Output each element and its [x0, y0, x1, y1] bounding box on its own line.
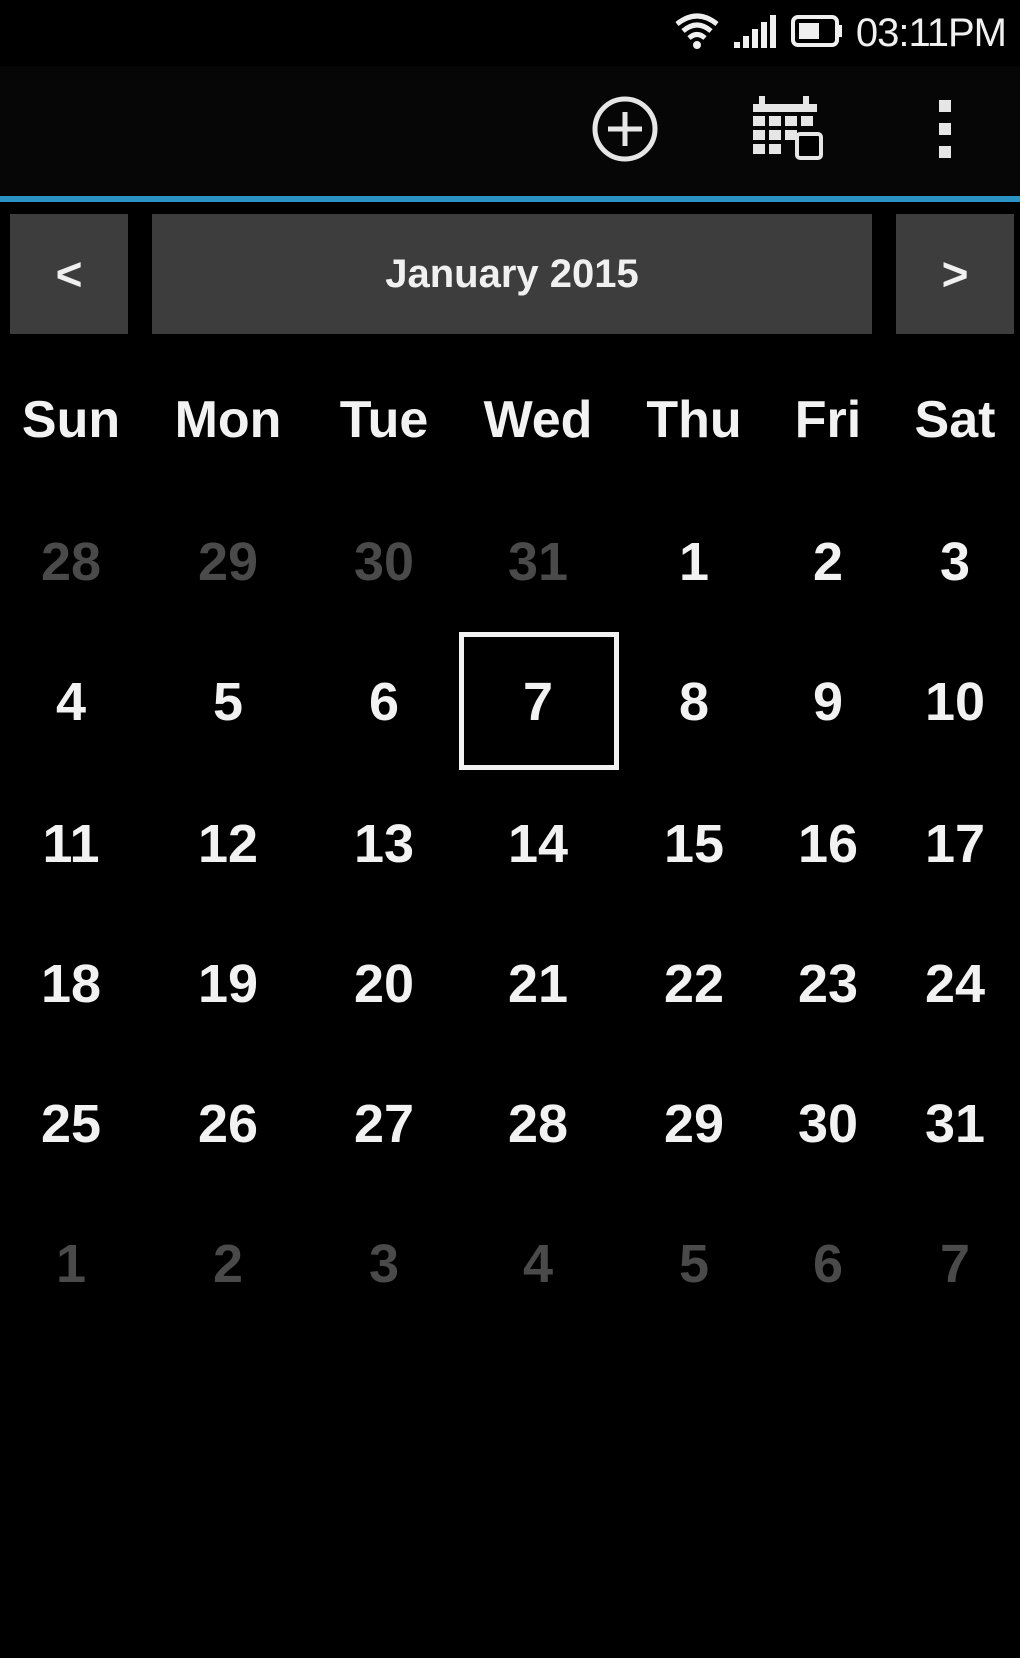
day-cell[interactable]: 10 [880, 642, 1020, 762]
day-cell[interactable]: 8 [619, 642, 769, 762]
day-cell[interactable]: 25 [0, 1064, 146, 1184]
day-cell[interactable]: 14 [463, 784, 613, 904]
wifi-icon [674, 12, 720, 55]
day-cell[interactable]: 6 [309, 642, 459, 762]
day-cell-other-month[interactable]: 3 [309, 1204, 459, 1324]
day-cell[interactable]: 20 [309, 924, 459, 1044]
prev-month-button[interactable]: < [10, 214, 128, 334]
day-cell[interactable]: 27 [309, 1064, 459, 1184]
day-cell[interactable]: 31 [880, 1064, 1020, 1184]
day-cell[interactable]: 26 [153, 1064, 303, 1184]
day-cell[interactable]: 21 [463, 924, 613, 1044]
weekday-label: Sat [914, 391, 996, 449]
day-cell-other-month[interactable]: 31 [463, 502, 613, 622]
day-cell[interactable]: 24 [880, 924, 1020, 1044]
weekday-header: Sun Mon Tue Wed Thu Fri Sat [0, 380, 1020, 460]
week-row: 25 26 27 28 29 30 31 [0, 1064, 1020, 1184]
week-row: 11 12 13 14 15 16 17 [0, 784, 1020, 904]
day-cell[interactable]: 17 [880, 784, 1020, 904]
status-icons: 03:11PM [674, 8, 1007, 58]
add-icon [590, 94, 660, 169]
status-time: 03:11PM [855, 10, 1007, 55]
weekday-label: Mon [174, 391, 282, 449]
month-title: January 2015 [152, 214, 872, 334]
overflow-menu-icon [935, 94, 955, 169]
day-cell[interactable]: 12 [153, 784, 303, 904]
day-cell-other-month[interactable]: 29 [153, 502, 303, 622]
day-cell[interactable]: 18 [0, 924, 146, 1044]
day-cell-other-month[interactable]: 1 [0, 1204, 146, 1324]
status-bar: 03:11PM [0, 0, 1020, 66]
day-cell[interactable]: 5 [153, 642, 303, 762]
weekday-label: Thu [646, 391, 742, 449]
day-cell[interactable]: 11 [0, 784, 146, 904]
calendar-view-button[interactable] [742, 86, 832, 176]
weekday-label: Tue [339, 391, 429, 449]
week-row: 18 19 20 21 22 23 24 [0, 924, 1020, 1044]
signal-icon [732, 12, 778, 55]
overflow-menu-button[interactable] [900, 86, 990, 176]
day-cell[interactable]: 1 [619, 502, 769, 622]
day-cell[interactable]: 15 [619, 784, 769, 904]
day-cell[interactable]: 19 [153, 924, 303, 1044]
day-cell[interactable]: 22 [619, 924, 769, 1044]
day-cell-other-month[interactable]: 28 [0, 502, 146, 622]
week-row: 4 5 6 7 8 9 10 [0, 642, 1020, 762]
action-bar-divider [0, 196, 1020, 202]
week-row: 1234567 [0, 1204, 1020, 1324]
day-cell-today[interactable]: 7 [463, 642, 613, 762]
day-cell[interactable]: 29 [619, 1064, 769, 1184]
day-cell-other-month[interactable]: 2 [153, 1204, 303, 1324]
weekday-label: Sun [21, 391, 121, 449]
day-cell[interactable]: 4 [0, 642, 146, 762]
day-cell[interactable]: 13 [309, 784, 459, 904]
calendar-view-icon [749, 94, 825, 169]
day-cell[interactable]: 28 [463, 1064, 613, 1184]
day-cell[interactable]: 3 [880, 502, 1020, 622]
week-row: 28 29 30 31 1 2 3 [0, 502, 1020, 622]
day-cell-other-month[interactable]: 5 [619, 1204, 769, 1324]
next-month-button[interactable]: > [896, 214, 1014, 334]
day-cell-other-month[interactable]: 30 [309, 502, 459, 622]
day-cell-other-month[interactable]: 4 [463, 1204, 613, 1324]
weekday-label: Wed [483, 391, 593, 449]
add-event-button[interactable] [580, 86, 670, 176]
day-cell-other-month[interactable]: 7 [880, 1204, 1020, 1324]
action-bar [0, 66, 1020, 196]
battery-icon [790, 14, 844, 53]
